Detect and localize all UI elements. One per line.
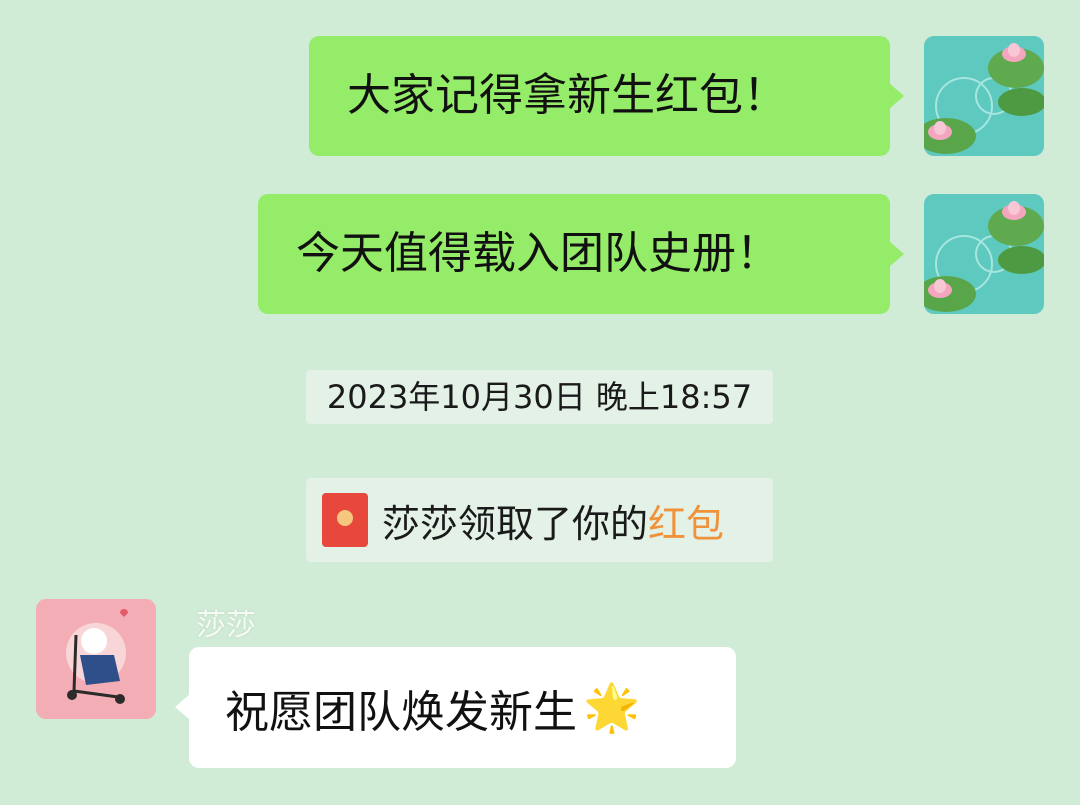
lotus-pond-avatar-icon[interactable] — [924, 36, 1044, 156]
red-envelope-notice[interactable]: 莎莎领取了你的红包 — [306, 478, 773, 562]
notice-text: 莎莎领取了你的红包 — [382, 501, 725, 546]
message-text: 祝愿团队焕发新生 — [225, 686, 577, 738]
red-envelope-icon — [322, 493, 368, 547]
outgoing-message-bubble[interactable]: 大家记得拿新生红包！ — [309, 36, 904, 156]
lotus-pond-avatar-icon[interactable] — [924, 194, 1044, 314]
girl-on-scooter-avatar-icon[interactable] — [36, 599, 156, 719]
sender-name: 莎莎 — [196, 608, 256, 643]
message-text: 大家记得拿新生红包！ — [347, 70, 787, 121]
incoming-message-bubble[interactable]: 祝愿团队焕发新生 🌟 — [175, 647, 736, 768]
message-text: 今天值得载入团队史册！ — [296, 228, 780, 279]
glowing-star-icon: 🌟 — [583, 680, 641, 734]
outgoing-message-bubble[interactable]: 今天值得载入团队史册！ — [258, 194, 904, 314]
red-envelope-link[interactable]: 红包 — [648, 502, 724, 546]
timestamp-label: 2023年10月30日 晚上18:57 — [306, 370, 773, 424]
timestamp-text: 2023年10月30日 晚上18:57 — [326, 378, 753, 416]
